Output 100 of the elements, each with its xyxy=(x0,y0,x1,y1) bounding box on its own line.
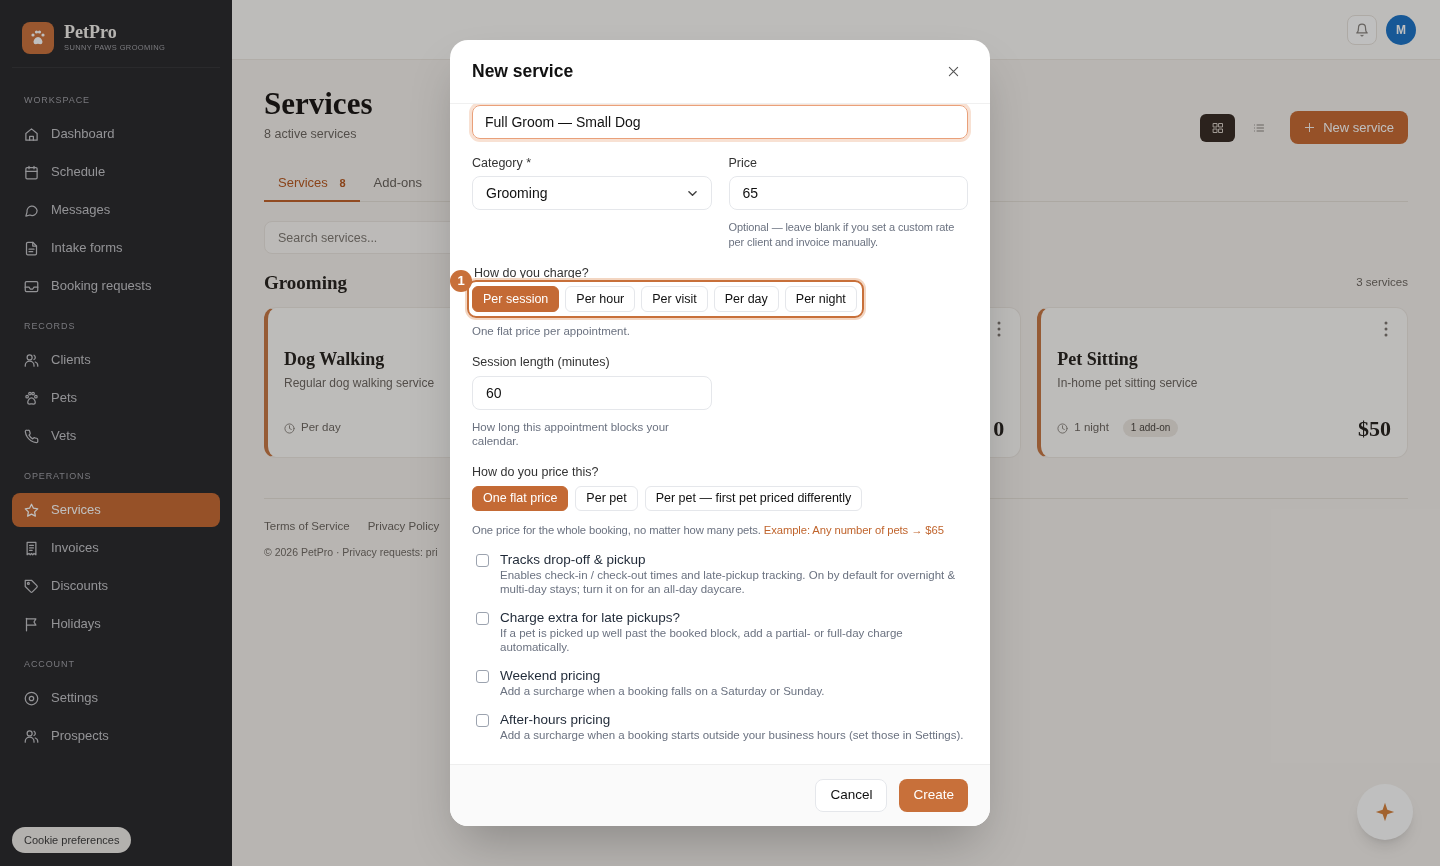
option-button[interactable]: Per pet — first pet priced differently xyxy=(644,486,863,511)
cookie-preferences-button[interactable]: Cookie preferences xyxy=(12,827,132,853)
dialog-title: New service xyxy=(472,60,574,84)
nav-item[interactable]: Prospects xyxy=(12,719,220,753)
option-title: Tracks drop-off & pickup xyxy=(500,552,646,568)
avatar[interactable]: M xyxy=(1386,14,1416,45)
nav-item[interactable]: Intake forms xyxy=(12,231,220,265)
chevron-down-icon xyxy=(687,190,697,196)
option-button[interactable]: Per visit xyxy=(641,286,708,312)
settings-icon xyxy=(24,690,39,706)
bell-icon xyxy=(1355,22,1369,37)
option-description: Add a surcharge when a booking falls on a Saturday or Sunday. xyxy=(500,684,825,698)
checkbox[interactable] xyxy=(476,612,489,625)
nav-item[interactable]: Settings xyxy=(12,681,220,715)
service-name: Dog Walking xyxy=(284,348,385,371)
service-name: Pet Sitting xyxy=(1057,348,1138,371)
calendar-icon xyxy=(24,164,39,180)
section-heading: ACCOUNT xyxy=(24,658,75,670)
tag-icon xyxy=(24,578,39,594)
new-service-button[interactable]: New service xyxy=(1290,111,1408,144)
help-text: Optional — leave blank if you set a custom rate per client and invoice manually. xyxy=(728,220,956,250)
checkbox[interactable] xyxy=(476,670,489,683)
nav-item[interactable]: Pets xyxy=(12,381,220,415)
page-subtitle: 8 active services xyxy=(264,126,357,142)
vertical-dots-icon xyxy=(997,321,1002,337)
nav-item[interactable]: Schedule xyxy=(12,155,220,189)
section-heading: WORKSPACE xyxy=(24,94,90,106)
checkbox[interactable] xyxy=(476,714,489,727)
price-field[interactable]: 65 xyxy=(728,176,968,210)
checkbox[interactable] xyxy=(476,554,489,567)
grid-view-button[interactable] xyxy=(1200,113,1236,142)
nav-item[interactable]: Holidays xyxy=(12,607,220,641)
page-title: Services xyxy=(264,86,373,122)
sparkle-icon xyxy=(1375,802,1395,822)
nav-item[interactable]: Booking requests xyxy=(12,269,220,303)
home-icon xyxy=(24,126,39,142)
nav-item[interactable]: Clients xyxy=(12,343,220,377)
vertical-dots-icon xyxy=(1384,321,1388,337)
option-button[interactable]: Per hour xyxy=(565,286,636,312)
plus-icon xyxy=(1304,122,1316,133)
help-text: One price for the whole booking, no matter how many pets. Example: Any number of pets → $65 xyxy=(472,523,944,538)
paw-logo-icon xyxy=(22,22,54,54)
service-duration: Per day xyxy=(301,420,341,436)
receipt-icon xyxy=(24,540,39,556)
service-description: Regular dog walking service xyxy=(284,375,435,391)
tab[interactable]: Services 8 xyxy=(264,173,360,202)
service-description: In-home pet sitting service xyxy=(1057,375,1198,391)
clock-icon xyxy=(1057,422,1069,434)
field-label: How do you price this? xyxy=(472,464,599,480)
brand-name: PetPro xyxy=(64,23,117,41)
field-label: Session length (minutes) xyxy=(472,354,610,370)
option-description: Add a surcharge when a booking starts outside your business hours (set those in Settings). xyxy=(500,728,964,742)
step-badge: 1 xyxy=(450,270,472,292)
close-icon xyxy=(947,66,959,77)
option-button[interactable]: Per pet xyxy=(575,486,638,511)
users-icon xyxy=(24,352,39,368)
nav-item[interactable]: Invoices xyxy=(12,531,220,565)
option-title: After-hours pricing xyxy=(500,712,611,728)
service-price: 0 xyxy=(993,414,1005,443)
nav-item[interactable]: Messages xyxy=(12,193,220,227)
list-icon xyxy=(1253,121,1266,134)
session-length-field[interactable]: 60 xyxy=(472,376,712,410)
document-icon xyxy=(24,240,39,256)
option-title: Charge extra for late pickups? xyxy=(500,610,681,626)
service-price: $50 xyxy=(1358,414,1391,443)
help-text: One flat price per appointment. xyxy=(472,324,630,339)
tab[interactable]: Add-ons xyxy=(359,173,437,202)
section-heading: OPERATIONS xyxy=(24,470,92,482)
service-duration: 1 night xyxy=(1074,420,1109,436)
notifications-button[interactable] xyxy=(1347,14,1377,45)
name-field[interactable]: Full Groom — Small Dog xyxy=(472,105,968,139)
option-button[interactable]: One flat price xyxy=(472,486,569,511)
nav-item[interactable]: Discounts xyxy=(12,569,220,603)
option-button[interactable]: Per day xyxy=(713,286,779,312)
assistant-button[interactable] xyxy=(1357,784,1413,840)
option-description: If a pet is picked up well past the booked block, add a partial- or full-day charge automatically. xyxy=(500,626,904,654)
footer-link[interactable]: Terms of Service xyxy=(264,518,350,534)
copyright-text: © 2026 PetPro · Privacy requests: pri xyxy=(264,545,438,560)
nav-item[interactable]: Vets xyxy=(12,419,220,453)
nav-item[interactable]: Dashboard xyxy=(12,117,220,151)
service-count: 3 services xyxy=(1356,275,1408,291)
clock-icon xyxy=(284,422,295,434)
field-label: Price xyxy=(728,155,757,171)
section-title: Grooming xyxy=(264,270,348,295)
cancel-button[interactable]: Cancel xyxy=(815,779,888,812)
option-description: Enables check-in / check-out times and late-pickup tracking. On by default for overnight & multi-day stays; turn it on for an all-day daycare. xyxy=(500,568,957,596)
create-button[interactable]: Create xyxy=(899,779,968,812)
flag-icon xyxy=(24,616,39,632)
option-button[interactable]: Per night xyxy=(784,286,857,312)
paw-icon xyxy=(24,390,39,406)
option-button[interactable]: Per session xyxy=(472,286,560,312)
users-icon xyxy=(24,728,39,744)
star-icon xyxy=(24,502,39,518)
nav-item[interactable]: Services xyxy=(12,493,220,527)
phone-icon xyxy=(24,428,39,444)
option-title: Weekend pricing xyxy=(500,668,601,684)
add-on-badge: 1 add-on xyxy=(1122,419,1179,437)
section-heading: RECORDS xyxy=(24,320,76,332)
footer-link[interactable]: Privacy Policy xyxy=(367,518,440,534)
category-select[interactable]: Grooming xyxy=(472,176,712,210)
